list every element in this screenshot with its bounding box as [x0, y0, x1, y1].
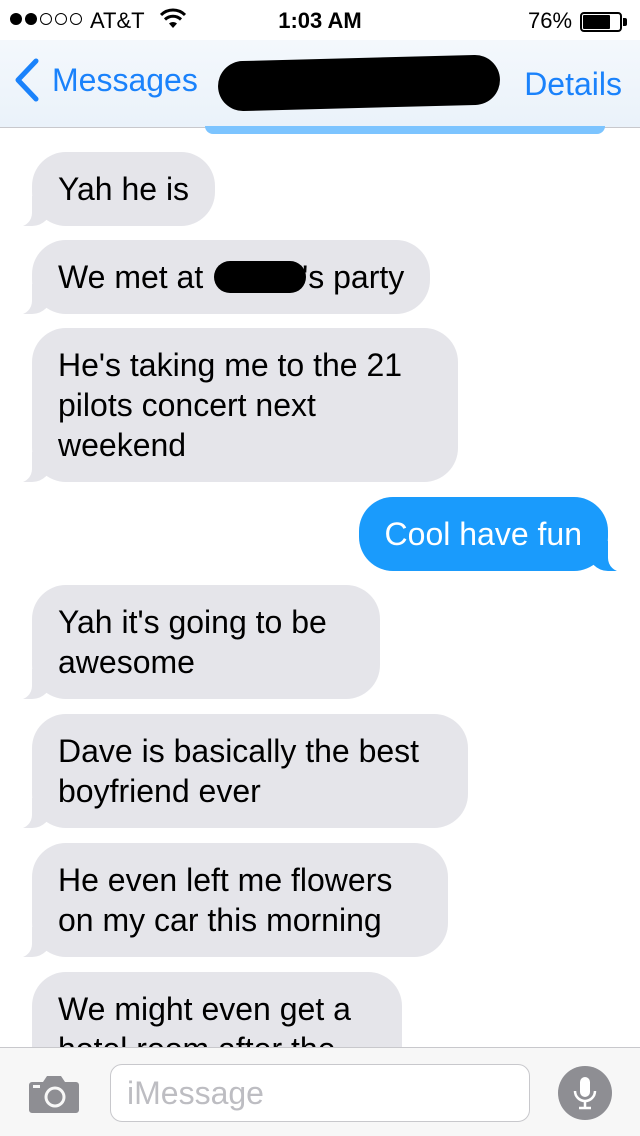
chevron-left-icon	[15, 58, 39, 102]
name-redaction	[214, 261, 307, 293]
message-text: Dave is basically the best boyfriend eve…	[58, 733, 420, 809]
message-text: We met at	[58, 259, 204, 295]
compose-bar	[0, 1047, 640, 1136]
back-button[interactable]: Messages	[14, 58, 198, 102]
message-text: Yah it's going to be awesome	[58, 604, 327, 680]
message-list[interactable]: Yah he is We met at 's party He's taking…	[0, 129, 640, 1047]
message-bubble: He's taking me to the 21 pilots concert …	[8, 328, 458, 483]
back-label: Messages	[52, 61, 198, 98]
camera-button[interactable]	[28, 1072, 80, 1114]
message-bubble: He even left me flowers on my car this m…	[8, 843, 448, 958]
message-text: He's taking me to the 21 pilots concert …	[58, 347, 403, 463]
message-bubble: Yah he is	[7, 152, 216, 227]
message-bubble-sent: Cool have fun	[358, 497, 633, 572]
message-bubble: Yah it's going to be awesome	[8, 585, 380, 700]
camera-icon	[29, 1076, 79, 1113]
message-text: Yah he is	[58, 171, 190, 207]
microphone-icon	[573, 1077, 597, 1110]
message-text: He even left me flowers on my car this m…	[58, 862, 393, 938]
message-input[interactable]	[110, 1064, 530, 1122]
message-text: Cool have fun	[384, 516, 582, 552]
contact-name-redaction	[217, 54, 501, 112]
microphone-button[interactable]	[558, 1066, 612, 1120]
battery-percent: 76%	[528, 8, 573, 33]
battery-icon	[580, 12, 628, 32]
message-bubble: Dave is basically the best boyfriend eve…	[8, 714, 468, 829]
message-text: We might even get a hotel room after the	[58, 991, 351, 1047]
status-bar: AT&T 1:03 AM 76%	[0, 0, 640, 40]
navigation-bar: Messages Details	[0, 40, 640, 128]
message-bubble: We might even get a hotel room after the	[32, 972, 402, 1047]
details-button[interactable]: Details	[524, 66, 622, 103]
message-bubble: We met at 's party	[7, 240, 431, 315]
message-text: 's party	[302, 259, 405, 295]
